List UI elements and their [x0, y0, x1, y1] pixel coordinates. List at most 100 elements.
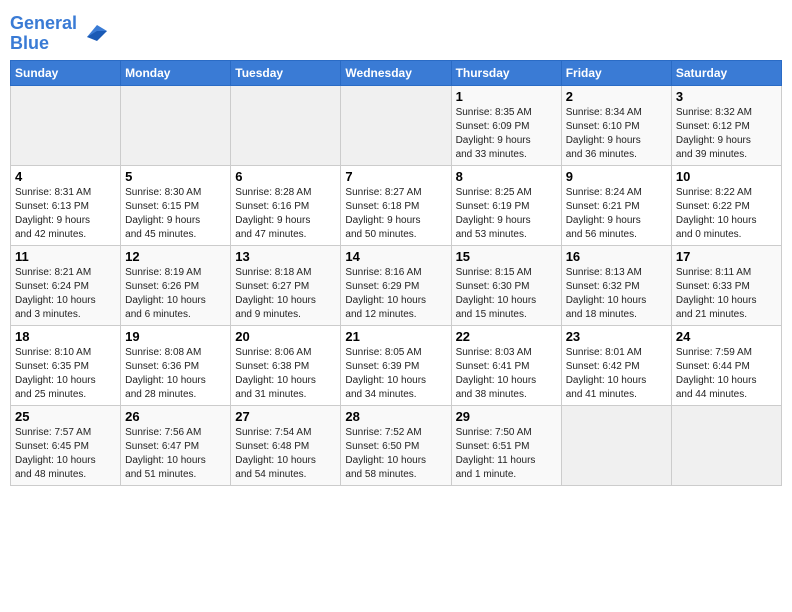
day-number: 5 [125, 169, 226, 184]
day-number: 10 [676, 169, 777, 184]
day-detail: Sunrise: 7:50 AM Sunset: 6:51 PM Dayligh… [456, 426, 557, 482]
day-number: 12 [125, 249, 226, 264]
day-detail: Sunrise: 8:31 AM Sunset: 6:13 PM Dayligh… [15, 186, 116, 242]
calendar-header-row: SundayMondayTuesdayWednesdayThursdayFrid… [11, 60, 782, 85]
day-detail: Sunrise: 8:24 AM Sunset: 6:21 PM Dayligh… [566, 186, 667, 242]
day-number: 27 [235, 409, 336, 424]
logo: General Blue [10, 14, 109, 54]
day-number: 14 [345, 249, 446, 264]
day-number: 13 [235, 249, 336, 264]
day-number: 19 [125, 329, 226, 344]
calendar-cell: 15 Sunrise: 8:15 AM Sunset: 6:30 PM Dayli… [451, 245, 561, 325]
day-number: 20 [235, 329, 336, 344]
calendar-cell: 16 Sunrise: 8:13 AM Sunset: 6:32 PM Dayli… [561, 245, 671, 325]
calendar-cell: 28 Sunrise: 7:52 AM Sunset: 6:50 PM Dayli… [341, 405, 451, 485]
day-number: 18 [15, 329, 116, 344]
day-number: 2 [566, 89, 667, 104]
day-number: 6 [235, 169, 336, 184]
day-detail: Sunrise: 8:10 AM Sunset: 6:35 PM Dayligh… [15, 346, 116, 402]
calendar-week-row: 1 Sunrise: 8:35 AM Sunset: 6:09 PM Daylig… [11, 85, 782, 165]
calendar-cell: 7 Sunrise: 8:27 AM Sunset: 6:18 PM Daylig… [341, 165, 451, 245]
calendar-cell: 18 Sunrise: 8:10 AM Sunset: 6:35 PM Dayli… [11, 325, 121, 405]
day-detail: Sunrise: 8:35 AM Sunset: 6:09 PM Dayligh… [456, 106, 557, 162]
calendar-cell: 20 Sunrise: 8:06 AM Sunset: 6:38 PM Dayli… [231, 325, 341, 405]
calendar-cell: 11 Sunrise: 8:21 AM Sunset: 6:24 PM Dayli… [11, 245, 121, 325]
calendar-cell: 19 Sunrise: 8:08 AM Sunset: 6:36 PM Dayli… [121, 325, 231, 405]
day-detail: Sunrise: 8:05 AM Sunset: 6:39 PM Dayligh… [345, 346, 446, 402]
calendar-cell: 9 Sunrise: 8:24 AM Sunset: 6:21 PM Daylig… [561, 165, 671, 245]
day-detail: Sunrise: 8:11 AM Sunset: 6:33 PM Dayligh… [676, 266, 777, 322]
calendar-cell: 1 Sunrise: 8:35 AM Sunset: 6:09 PM Daylig… [451, 85, 561, 165]
calendar-cell [121, 85, 231, 165]
day-number: 15 [456, 249, 557, 264]
day-number: 26 [125, 409, 226, 424]
page-header: General Blue [10, 10, 782, 54]
calendar-week-row: 4 Sunrise: 8:31 AM Sunset: 6:13 PM Daylig… [11, 165, 782, 245]
day-detail: Sunrise: 8:19 AM Sunset: 6:26 PM Dayligh… [125, 266, 226, 322]
calendar-cell: 8 Sunrise: 8:25 AM Sunset: 6:19 PM Daylig… [451, 165, 561, 245]
day-detail: Sunrise: 8:30 AM Sunset: 6:15 PM Dayligh… [125, 186, 226, 242]
calendar-cell [561, 405, 671, 485]
day-detail: Sunrise: 8:13 AM Sunset: 6:32 PM Dayligh… [566, 266, 667, 322]
day-number: 9 [566, 169, 667, 184]
day-detail: Sunrise: 8:27 AM Sunset: 6:18 PM Dayligh… [345, 186, 446, 242]
day-number: 3 [676, 89, 777, 104]
day-number: 21 [345, 329, 446, 344]
day-detail: Sunrise: 7:59 AM Sunset: 6:44 PM Dayligh… [676, 346, 777, 402]
day-number: 11 [15, 249, 116, 264]
day-number: 16 [566, 249, 667, 264]
day-number: 25 [15, 409, 116, 424]
weekday-header: Tuesday [231, 60, 341, 85]
day-number: 24 [676, 329, 777, 344]
calendar-cell: 22 Sunrise: 8:03 AM Sunset: 6:41 PM Dayli… [451, 325, 561, 405]
day-detail: Sunrise: 7:52 AM Sunset: 6:50 PM Dayligh… [345, 426, 446, 482]
weekday-header: Friday [561, 60, 671, 85]
calendar-cell [11, 85, 121, 165]
day-detail: Sunrise: 8:15 AM Sunset: 6:30 PM Dayligh… [456, 266, 557, 322]
day-number: 22 [456, 329, 557, 344]
day-number: 7 [345, 169, 446, 184]
day-detail: Sunrise: 8:28 AM Sunset: 6:16 PM Dayligh… [235, 186, 336, 242]
calendar-cell: 6 Sunrise: 8:28 AM Sunset: 6:16 PM Daylig… [231, 165, 341, 245]
weekday-header: Monday [121, 60, 231, 85]
day-number: 8 [456, 169, 557, 184]
calendar-cell: 2Sunrise: 8:34 AM Sunset: 6:10 PM Daylig… [561, 85, 671, 165]
day-detail: Sunrise: 8:22 AM Sunset: 6:22 PM Dayligh… [676, 186, 777, 242]
calendar-cell: 27 Sunrise: 7:54 AM Sunset: 6:48 PM Dayli… [231, 405, 341, 485]
day-number: 23 [566, 329, 667, 344]
calendar-cell: 13Sunrise: 8:18 AM Sunset: 6:27 PM Dayli… [231, 245, 341, 325]
day-number: 1 [456, 89, 557, 104]
day-detail: Sunrise: 7:57 AM Sunset: 6:45 PM Dayligh… [15, 426, 116, 482]
calendar-cell [231, 85, 341, 165]
calendar-cell [341, 85, 451, 165]
day-detail: Sunrise: 8:01 AM Sunset: 6:42 PM Dayligh… [566, 346, 667, 402]
day-detail: Sunrise: 8:06 AM Sunset: 6:38 PM Dayligh… [235, 346, 336, 402]
day-number: 29 [456, 409, 557, 424]
calendar-table: SundayMondayTuesdayWednesdayThursdayFrid… [10, 60, 782, 486]
calendar-cell: 23 Sunrise: 8:01 AM Sunset: 6:42 PM Dayli… [561, 325, 671, 405]
calendar-cell: 10 Sunrise: 8:22 AM Sunset: 6:22 PM Dayli… [671, 165, 781, 245]
calendar-cell: 14 Sunrise: 8:16 AM Sunset: 6:29 PM Dayli… [341, 245, 451, 325]
day-number: 4 [15, 169, 116, 184]
calendar-cell: 3Sunrise: 8:32 AM Sunset: 6:12 PM Daylig… [671, 85, 781, 165]
day-detail: Sunrise: 8:16 AM Sunset: 6:29 PM Dayligh… [345, 266, 446, 322]
calendar-week-row: 25 Sunrise: 7:57 AM Sunset: 6:45 PM Dayli… [11, 405, 782, 485]
calendar-cell: 5 Sunrise: 8:30 AM Sunset: 6:15 PM Daylig… [121, 165, 231, 245]
day-number: 17 [676, 249, 777, 264]
day-detail: Sunrise: 7:54 AM Sunset: 6:48 PM Dayligh… [235, 426, 336, 482]
calendar-cell: 29 Sunrise: 7:50 AM Sunset: 6:51 PM Dayli… [451, 405, 561, 485]
day-detail: Sunrise: 8:03 AM Sunset: 6:41 PM Dayligh… [456, 346, 557, 402]
calendar-cell: 24 Sunrise: 7:59 AM Sunset: 6:44 PM Dayli… [671, 325, 781, 405]
weekday-header: Thursday [451, 60, 561, 85]
calendar-cell [671, 405, 781, 485]
day-detail: Sunrise: 8:21 AM Sunset: 6:24 PM Dayligh… [15, 266, 116, 322]
calendar-week-row: 11 Sunrise: 8:21 AM Sunset: 6:24 PM Dayli… [11, 245, 782, 325]
logo-text: General Blue [10, 14, 77, 54]
weekday-header: Sunday [11, 60, 121, 85]
day-number: 28 [345, 409, 446, 424]
calendar-cell: 26 Sunrise: 7:56 AM Sunset: 6:47 PM Dayli… [121, 405, 231, 485]
day-detail: Sunrise: 8:08 AM Sunset: 6:36 PM Dayligh… [125, 346, 226, 402]
day-detail: Sunrise: 7:56 AM Sunset: 6:47 PM Dayligh… [125, 426, 226, 482]
calendar-cell: 4 Sunrise: 8:31 AM Sunset: 6:13 PM Daylig… [11, 165, 121, 245]
day-detail: Sunrise: 8:25 AM Sunset: 6:19 PM Dayligh… [456, 186, 557, 242]
